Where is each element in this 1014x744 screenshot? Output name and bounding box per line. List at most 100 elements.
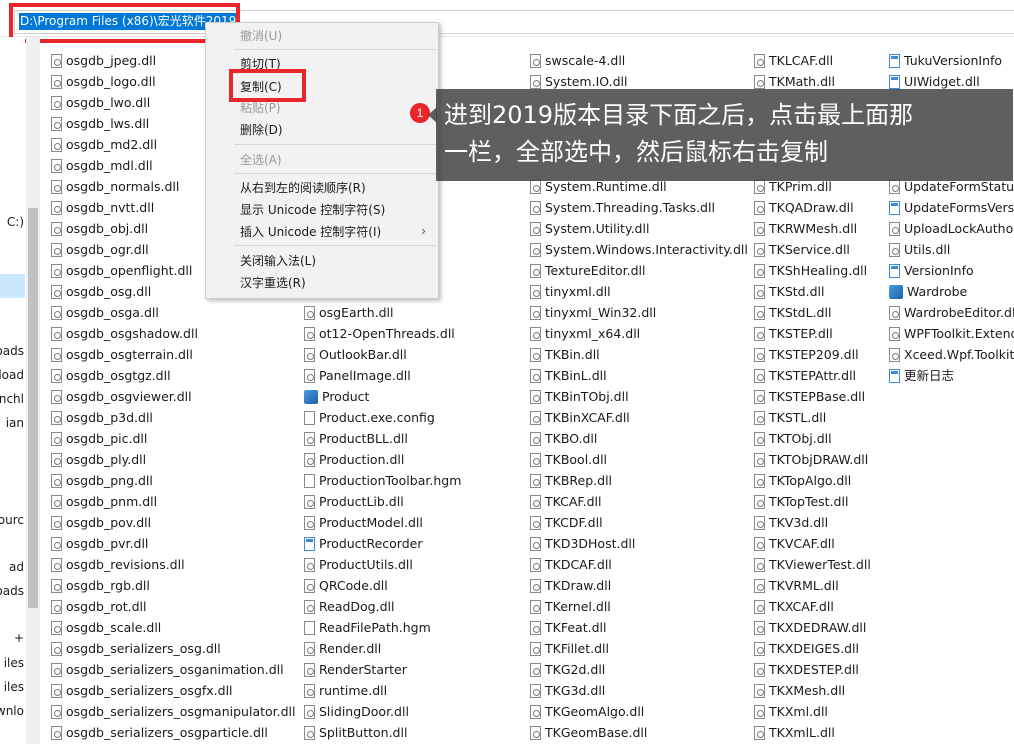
file-item[interactable]: UpdateFormsVersio: [889, 197, 1014, 218]
menu-rtl-order[interactable]: 从右到左的阅读顺序(R): [240, 178, 366, 198]
menu-undo[interactable]: 撤消(U): [240, 26, 282, 46]
file-item[interactable]: osgdb_md2.dll: [51, 134, 157, 155]
file-item[interactable]: osgdb_jpeg.dll: [51, 50, 156, 71]
menu-delete[interactable]: 删除(D): [240, 120, 283, 140]
nav-item[interactable]: load: [0, 368, 24, 382]
file-item[interactable]: TKViewerTest.dll: [754, 554, 871, 575]
nav-item[interactable]: ian: [6, 416, 24, 430]
nav-item[interactable]: oads: [0, 344, 24, 358]
file-item[interactable]: UploadLockAuthor: [889, 218, 1014, 239]
file-item[interactable]: swscale-4.dll: [530, 50, 625, 71]
file-item[interactable]: SlidingDoor.dll: [304, 701, 409, 722]
file-item[interactable]: osgdb_pov.dll: [51, 512, 151, 533]
file-item[interactable]: TKTObjDRAW.dll: [754, 449, 868, 470]
file-item[interactable]: osgdb_osgviewer.dll: [51, 386, 192, 407]
file-item[interactable]: ReadDog.dll: [304, 596, 394, 617]
file-item[interactable]: TukuVersionInfo: [889, 50, 1002, 71]
file-item[interactable]: TKService.dll: [754, 239, 850, 260]
file-item[interactable]: osgdb_osgshadow.dll: [51, 323, 198, 344]
file-item[interactable]: TKBRep.dll: [530, 470, 612, 491]
file-item[interactable]: TKDraw.dll: [530, 575, 611, 596]
file-item[interactable]: TKBinTObj.dll: [530, 386, 629, 407]
file-item[interactable]: runtime.dll: [304, 680, 387, 701]
file-item[interactable]: osgdb_osgterrain.dll: [51, 344, 193, 365]
nav-item[interactable]: C:): [7, 215, 24, 229]
file-item[interactable]: osgdb_serializers_osganimation.dll: [51, 659, 284, 680]
file-item[interactable]: osgdb_normals.dll: [51, 176, 179, 197]
navigation-pane[interactable]: C:) oads load nchl ian ourc ad oads + il…: [0, 37, 25, 744]
file-item[interactable]: Utils.dll: [889, 239, 950, 260]
file-item[interactable]: osgdb_serializers_osg.dll: [51, 638, 221, 659]
file-item[interactable]: ProductionToolbar.hgm: [304, 470, 461, 491]
file-item[interactable]: osgdb_logo.dll: [51, 71, 156, 92]
file-item[interactable]: TKBinXCAF.dll: [530, 407, 630, 428]
file-item[interactable]: osgdb_openflight.dll: [51, 260, 192, 281]
nav-item[interactable]: ad: [9, 560, 24, 574]
file-item[interactable]: TKVRML.dll: [754, 575, 839, 596]
file-item[interactable]: osgdb_pnm.dll: [51, 491, 157, 512]
file-item[interactable]: TKQADraw.dll: [754, 197, 854, 218]
file-item[interactable]: TKernel.dll: [530, 596, 611, 617]
nav-item[interactable]: iles: [4, 680, 24, 694]
file-item[interactable]: osgdb_revisions.dll: [51, 554, 185, 575]
file-item[interactable]: TKCAF.dll: [530, 491, 601, 512]
file-item[interactable]: TKBool.dll: [530, 449, 607, 470]
file-item[interactable]: osgdb_ogr.dll: [51, 239, 149, 260]
file-item[interactable]: TKXml.dll: [754, 701, 828, 722]
file-item[interactable]: System.Utility.dll: [530, 218, 649, 239]
file-item[interactable]: TKTopAlgo.dll: [754, 470, 851, 491]
nav-item[interactable]: +: [14, 631, 24, 645]
file-item[interactable]: ReadFilePath.hgm: [304, 617, 431, 638]
file-item[interactable]: TKCDF.dll: [530, 512, 603, 533]
file-item[interactable]: TKXDESTEP.dll: [754, 659, 859, 680]
file-item[interactable]: VersionInfo: [889, 260, 974, 281]
file-item[interactable]: osgdb_rgb.dll: [51, 575, 150, 596]
file-item[interactable]: osgdb_nvtt.dll: [51, 197, 154, 218]
file-item[interactable]: osgdb_p3d.dll: [51, 407, 153, 428]
file-item[interactable]: tinyxml_x64.dll: [530, 323, 640, 344]
file-item[interactable]: TKSTEPAttr.dll: [754, 365, 856, 386]
file-item[interactable]: osgdb_osg.dll: [51, 281, 151, 302]
file-item[interactable]: TKSTEPBase.dll: [754, 386, 865, 407]
file-item[interactable]: TKXCAF.dll: [754, 596, 834, 617]
file-item[interactable]: TKXmlL.dll: [754, 722, 835, 743]
file-item[interactable]: TKStd.dll: [754, 281, 824, 302]
file-item[interactable]: osgdb_osga.dll: [51, 302, 159, 323]
file-item[interactable]: Production.dll: [304, 449, 404, 470]
nav-scrollbar-thumb[interactable]: [28, 208, 38, 608]
file-item[interactable]: osgdb_mdl.dll: [51, 155, 153, 176]
file-item[interactable]: TKD3DHost.dll: [530, 533, 635, 554]
file-item[interactable]: osgEarth.dll: [304, 302, 393, 323]
file-item[interactable]: TKXDEIGES.dll: [754, 638, 859, 659]
file-item[interactable]: RenderStarter: [304, 659, 407, 680]
file-item[interactable]: TKLCAF.dll: [754, 50, 833, 71]
file-item[interactable]: TKG3d.dll: [530, 680, 605, 701]
file-item[interactable]: TKXMesh.dll: [754, 680, 845, 701]
file-item[interactable]: System.Windows.Interactivity.dll: [530, 239, 748, 260]
file-item[interactable]: TKGeomAlgo.dll: [530, 701, 644, 722]
file-item[interactable]: TKVCAF.dll: [754, 533, 835, 554]
nav-item[interactable]: oads: [0, 584, 24, 598]
menu-insert-unicode[interactable]: 插入 Unicode 控制字符(I): [240, 222, 381, 242]
file-item[interactable]: TKShHealing.dll: [754, 260, 867, 281]
file-item[interactable]: osgdb_serializers_osgparticle.dll: [51, 722, 268, 743]
file-item[interactable]: TKTopTest.dll: [754, 491, 848, 512]
nav-item[interactable]: iles: [4, 656, 24, 670]
file-item[interactable]: osgdb_obj.dll: [51, 218, 148, 239]
file-item[interactable]: TKXDEDRAW.dll: [754, 617, 866, 638]
file-item[interactable]: ProductBLL.dll: [304, 428, 408, 449]
menu-close-ime[interactable]: 关闭输入法(L): [240, 251, 316, 271]
file-item[interactable]: osgdb_scale.dll: [51, 617, 161, 638]
file-item[interactable]: TKDCAF.dll: [530, 554, 612, 575]
file-item[interactable]: tinyxml_Win32.dll: [530, 302, 656, 323]
file-item[interactable]: TKG2d.dll: [530, 659, 605, 680]
file-item[interactable]: TKV3d.dll: [754, 512, 828, 533]
file-item[interactable]: osgdb_serializers_osgfx.dll: [51, 680, 233, 701]
menu-select-all[interactable]: 全选(A): [240, 150, 282, 170]
file-item[interactable]: Xceed.Wpf.Toolkit.: [889, 344, 1014, 365]
file-item[interactable]: tinyxml.dll: [530, 281, 611, 302]
file-item[interactable]: Wardrobe: [889, 281, 967, 302]
file-item[interactable]: PanelImage.dll: [304, 365, 411, 386]
file-item[interactable]: TKFillet.dll: [530, 638, 609, 659]
file-item[interactable]: osgdb_pvr.dll: [51, 533, 148, 554]
